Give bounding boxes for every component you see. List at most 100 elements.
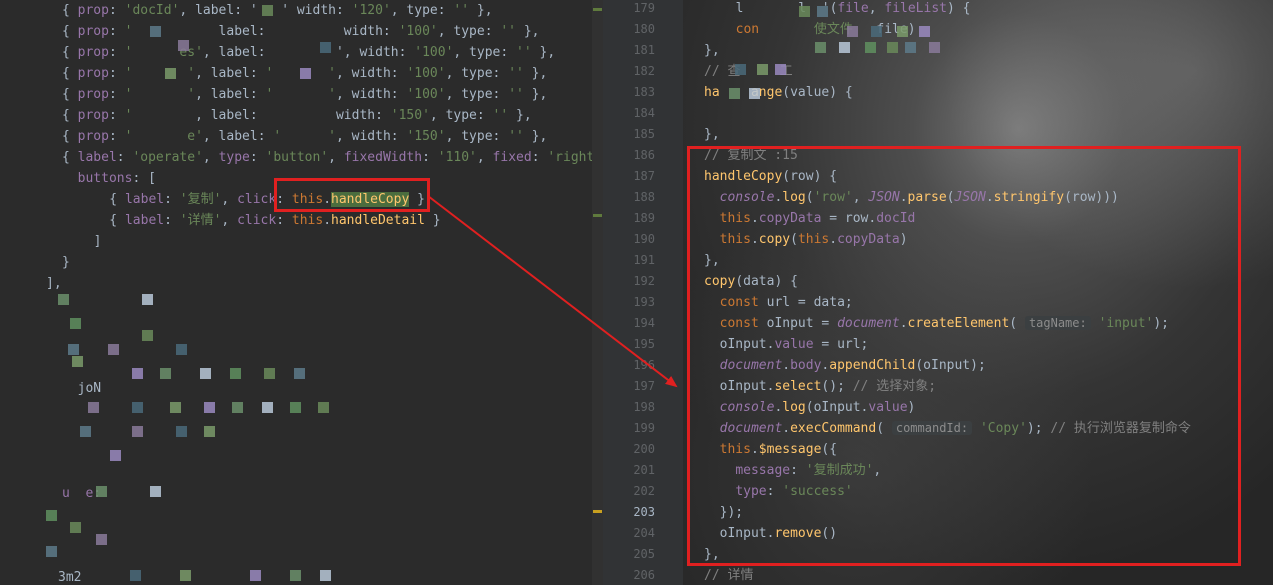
- mosaic-block: [250, 570, 261, 581]
- line-number: 182: [633, 64, 655, 78]
- code-token: :: [108, 66, 125, 81]
- mosaic-block: [68, 344, 79, 355]
- line-number: 205: [633, 547, 655, 561]
- code-line[interactable]: { prop: ' e', label: ' ', width: '150', …: [62, 126, 547, 147]
- code-line[interactable]: con 使文件 file): [720, 19, 916, 40]
- code-token: ,: [476, 150, 493, 165]
- code-token: prop: [77, 66, 109, 81]
- mosaic-block: [72, 356, 83, 367]
- mosaic-block: [204, 426, 215, 437]
- left-scrollbar[interactable]: [592, 0, 603, 585]
- mosaic-block: [150, 26, 161, 37]
- code-token: :: [531, 150, 548, 165]
- code-token: label: [124, 213, 165, 228]
- code-line[interactable]: { label: '详情', click: this.handleDetail …: [78, 210, 440, 231]
- mosaic-block: [130, 570, 141, 581]
- code-line[interactable]: },: [704, 40, 720, 61]
- code-token: ],: [46, 276, 62, 291]
- line-number: 192: [633, 274, 655, 288]
- code-line[interactable]: 3m2: [58, 567, 81, 585]
- code-line[interactable]: { prop: ' , label: width: '150', type: '…: [62, 105, 532, 126]
- mosaic-block: [204, 402, 215, 413]
- mosaic-block: [887, 42, 898, 53]
- code-token: ) {: [947, 1, 971, 16]
- code-line[interactable]: l l '(file, fileList) {: [720, 0, 971, 19]
- code-line[interactable]: { prop: ' label: width: '100', type: '' …: [62, 21, 540, 42]
- code-token: '详情': [179, 213, 222, 228]
- code-token: :: [108, 129, 125, 144]
- code-line[interactable]: },: [704, 124, 720, 145]
- code-line[interactable]: ha ange(value) {: [704, 82, 853, 103]
- code-token: , type:: [445, 87, 509, 102]
- code-token: '': [508, 66, 524, 81]
- code-line[interactable]: { prop: ' es', label: ', width: '100', t…: [62, 42, 555, 63]
- code-token: this: [291, 213, 324, 228]
- line-number: 198: [633, 400, 655, 414]
- code-line[interactable]: buttons: [: [62, 168, 156, 189]
- mosaic-block: [294, 368, 305, 379]
- code-line[interactable]: { label: 'operate', type: 'button', fixe…: [62, 147, 602, 168]
- code-token: },: [704, 127, 720, 142]
- code-token: '100': [406, 66, 446, 81]
- code-token: '': [516, 45, 532, 60]
- code-token: handleDetail: [331, 213, 425, 228]
- code-token: ' ': [265, 87, 336, 102]
- mosaic-block: [132, 426, 143, 437]
- code-token: '150': [390, 108, 430, 123]
- line-number: 186: [633, 148, 655, 162]
- code-line[interactable]: ]: [78, 231, 102, 252]
- mosaic-block: [132, 368, 143, 379]
- mosaic-block: [142, 294, 153, 305]
- code-token: 3m2: [58, 570, 82, 585]
- mosaic-block: [70, 522, 81, 533]
- code-token: {: [62, 108, 78, 123]
- code-token: '': [492, 108, 509, 123]
- code-token: , label:: [202, 129, 274, 144]
- code-line[interactable]: { prop: ' ', label: ' ', width: '100', t…: [62, 84, 547, 105]
- code-token: prop: [77, 87, 109, 102]
- mosaic-block: [150, 486, 161, 497]
- mosaic-block: [70, 318, 81, 329]
- code-line[interactable]: // 详情: [704, 565, 753, 585]
- line-number: 184: [633, 106, 655, 120]
- line-number: 189: [633, 211, 655, 225]
- mosaic-block: [839, 42, 850, 53]
- code-token: , label:: [202, 45, 274, 60]
- code-token: ,: [221, 213, 238, 228]
- code-token: , width:: [335, 129, 407, 144]
- code-line[interactable]: }: [62, 252, 70, 273]
- left-editor-pane[interactable]: { prop: 'docId', label: ' ' width: '120'…: [0, 0, 603, 585]
- mosaic-block: [230, 368, 241, 379]
- code-token: '': [453, 3, 470, 18]
- code-line[interactable]: ],: [46, 273, 62, 294]
- code-token: :: [108, 108, 125, 123]
- code-token: label:: [210, 24, 274, 39]
- code-token: ,: [202, 150, 219, 165]
- code-token: click: [237, 213, 277, 228]
- line-number: 190: [633, 232, 655, 246]
- code-token: '': [508, 129, 524, 144]
- mosaic-block: [165, 68, 176, 79]
- mosaic-block: [110, 450, 121, 461]
- code-token: :: [164, 192, 180, 207]
- code-token: prop: [77, 129, 109, 144]
- code-token: fileList: [884, 1, 947, 16]
- code-token: {: [62, 66, 78, 81]
- code-token: :: [108, 45, 125, 60]
- code-token: buttons: [62, 171, 133, 186]
- code-line[interactable]: { prop: 'docId', label: ' ' width: '120'…: [62, 0, 493, 21]
- code-token: },: [523, 66, 548, 81]
- code-token: '110': [437, 150, 477, 165]
- line-number: 180: [633, 22, 655, 36]
- mosaic-block: [799, 6, 810, 17]
- code-token: ha ange: [704, 85, 783, 100]
- right-editor-pane[interactable]: 179 180 181 182 183 184 185 186 187 188 189 190 191 1…: [603, 0, 1273, 585]
- code-token: },: [469, 3, 493, 18]
- code-token: , label: ': [179, 3, 258, 18]
- code-token: :: [116, 150, 133, 165]
- code-token: : [: [132, 171, 156, 186]
- code-token: ': [124, 108, 196, 123]
- code-line[interactable]: joN: [62, 378, 102, 399]
- mosaic-block: [58, 294, 69, 305]
